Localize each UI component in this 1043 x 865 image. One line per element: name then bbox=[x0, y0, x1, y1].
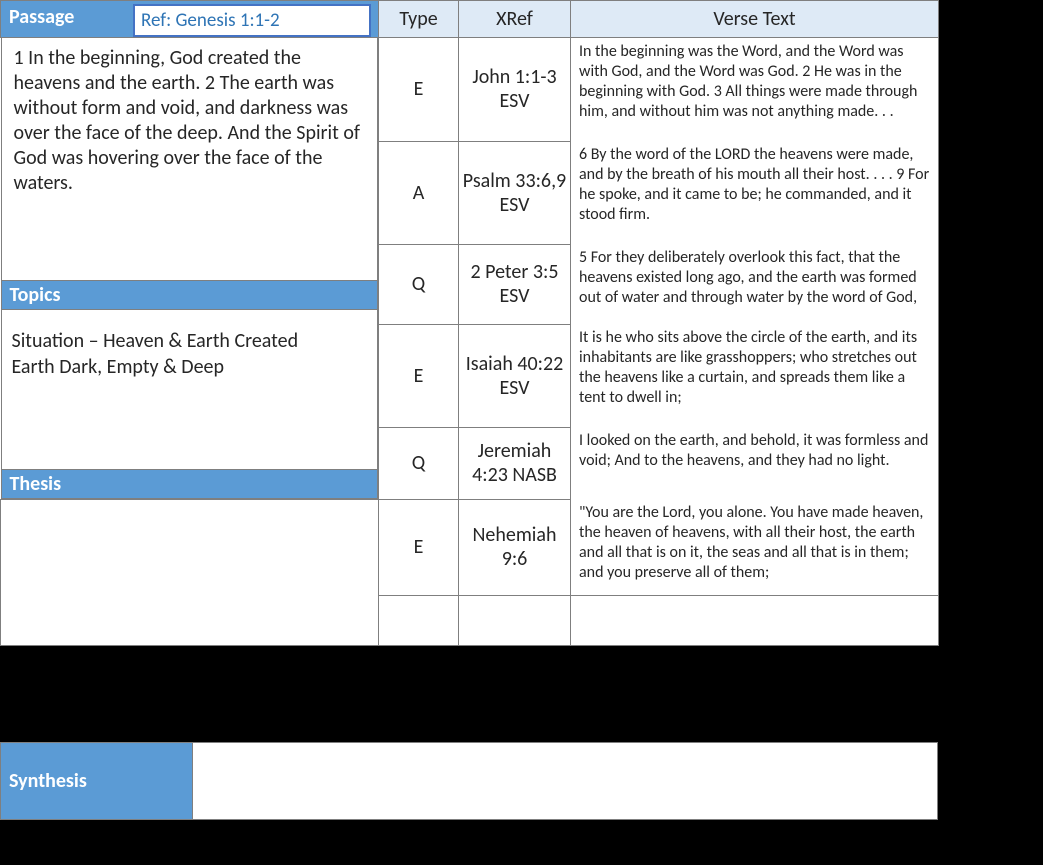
xref-cell: Isaiah 40:22 ESV bbox=[459, 324, 571, 427]
type-cell-empty bbox=[379, 595, 459, 645]
passage-header: Passage Ref: Genesis 1:1-2 bbox=[1, 1, 379, 38]
synthesis-header: Synthesis bbox=[1, 743, 193, 820]
verse-cell: 5 For they deliberately overlook this fa… bbox=[571, 244, 939, 324]
header-row: Passage Ref: Genesis 1:1-2 Type XRef Ver… bbox=[1, 1, 939, 38]
type-cell: A bbox=[379, 141, 459, 244]
left-column: 1 In the beginning, God created the heav… bbox=[1, 38, 379, 500]
verse-cell: In the beginning was the Word, and the W… bbox=[571, 38, 939, 142]
topics-body: Situation – Heaven & Earth Created Earth… bbox=[1, 309, 378, 469]
verse-cell: 6 By the word of the LORD the heavens we… bbox=[571, 141, 939, 244]
xref-cell: Jeremiah 4:23 NASB bbox=[459, 427, 571, 499]
xref-cell: Psalm 33:6,9 ESV bbox=[459, 141, 571, 244]
xref-cell-empty bbox=[459, 595, 571, 645]
verse-cell-empty bbox=[571, 595, 939, 645]
thesis-body[interactable] bbox=[1, 499, 379, 645]
xref-cell: Nehemiah 9:6 bbox=[459, 499, 571, 595]
passage-header-label: Passage bbox=[9, 5, 74, 29]
type-cell: Q bbox=[379, 244, 459, 324]
xref-cell: John 1:1-3 ESV bbox=[459, 38, 571, 142]
topics-header: Topics bbox=[1, 280, 378, 309]
verse-cell: "You are the Lord, you alone. You have m… bbox=[571, 499, 939, 595]
type-cell: E bbox=[379, 324, 459, 427]
passage-body: 1 In the beginning, God created the heav… bbox=[1, 38, 378, 280]
synthesis-body[interactable] bbox=[193, 743, 938, 820]
type-header: Type bbox=[379, 1, 459, 38]
thesis-header: Thesis bbox=[1, 469, 378, 498]
study-table: Passage Ref: Genesis 1:1-2 Type XRef Ver… bbox=[0, 0, 939, 646]
xref-cell: 2 Peter 3:5 ESV bbox=[459, 244, 571, 324]
topics-line-2: Earth Dark, Empty & Deep bbox=[12, 355, 225, 379]
xref-header: XRef bbox=[459, 1, 571, 38]
topics-line-1: Situation – Heaven & Earth Created bbox=[12, 329, 299, 353]
reference-input[interactable]: Ref: Genesis 1:1-2 bbox=[133, 4, 371, 37]
reference-value: Ref: Genesis 1:1-2 bbox=[141, 9, 280, 32]
verse-cell: I looked on the earth, and behold, it wa… bbox=[571, 427, 939, 499]
type-cell: E bbox=[379, 499, 459, 595]
type-cell: Q bbox=[379, 427, 459, 499]
verse-cell: It is he who sits above the circle of th… bbox=[571, 324, 939, 427]
verse-text-header: Verse Text bbox=[571, 1, 939, 38]
type-cell: E bbox=[379, 38, 459, 142]
